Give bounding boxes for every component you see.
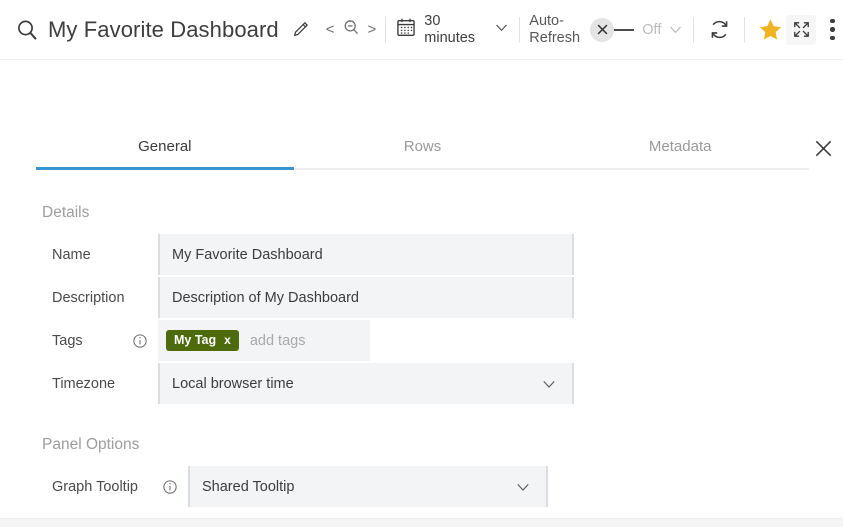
graph-tooltip-value: Shared Tooltip [202, 479, 294, 495]
tags-input[interactable]: My Tag x add tags [158, 320, 370, 361]
name-label: Name [40, 234, 132, 275]
graph-tooltip-info-circle-icon[interactable] [162, 466, 188, 507]
dashboard-header: My Favorite Dashboard < > [0, 0, 843, 60]
timezone-info-spacer [132, 363, 158, 404]
row-timezone: Timezone Local browser time [40, 363, 843, 404]
kebab-dot-2 [830, 27, 835, 32]
auto-refresh-state: Off [642, 22, 661, 38]
description-label: Description [40, 277, 132, 318]
row-name: Name My Favorite Dashboard [40, 234, 843, 275]
timezone-select[interactable]: Local browser time [158, 363, 574, 404]
graph-tooltip-label: Graph Tooltip [40, 466, 162, 507]
header-divider-3 [693, 17, 694, 43]
timezone-chevron-down-icon[interactable] [540, 375, 558, 393]
timezone-value: Local browser time [172, 376, 294, 392]
search-icon[interactable] [12, 15, 42, 45]
tab-general[interactable]: General [36, 119, 294, 168]
tag-chip-label: My Tag [174, 334, 216, 347]
timezone-label: Timezone [40, 363, 132, 404]
tab-metadata[interactable]: Metadata [551, 119, 809, 168]
expand-arrows-icon[interactable] [786, 15, 816, 45]
bottom-strip [0, 518, 843, 527]
tag-remove-icon[interactable]: x [224, 334, 231, 346]
zoom-prev-button[interactable]: < [326, 22, 335, 37]
tags-placeholder[interactable]: add tags [250, 333, 306, 349]
settings-tabs: General Rows Metadata [36, 119, 809, 170]
close-settings-icon[interactable] [808, 133, 838, 163]
kebab-dot-1 [830, 19, 835, 24]
calendar-icon [395, 16, 417, 43]
star-icon[interactable] [754, 14, 786, 46]
details-section-title: Details [42, 204, 843, 222]
pencil-icon[interactable] [288, 17, 314, 43]
settings-tabs-region: General Rows Metadata [0, 119, 843, 177]
time-range-value: 30 minutes [424, 13, 486, 45]
kebab-dot-3 [830, 36, 835, 41]
description-input[interactable]: Description of My Dashboard [158, 277, 574, 318]
time-range-picker[interactable]: 30 minutes [395, 13, 510, 45]
name-input[interactable]: My Favorite Dashboard [158, 234, 574, 275]
graph-tooltip-chevron-down-icon[interactable] [514, 478, 532, 496]
panel-options-section: Panel Options Graph Tooltip Shared Toolt… [40, 436, 843, 507]
kebab-menu-icon[interactable] [816, 14, 843, 46]
auto-refresh-toggle[interactable]: Off [590, 18, 684, 42]
refresh-rate-chevron-down-icon[interactable] [667, 21, 684, 38]
toggle-knob[interactable] [590, 18, 614, 42]
header-divider-1 [385, 17, 386, 43]
row-description: Description Description of My Dashboard [40, 277, 843, 318]
header-divider-2 [519, 17, 520, 43]
auto-refresh-label: Auto-Refresh [529, 13, 584, 45]
row-graph-tooltip: Graph Tooltip Shared Tooltip [40, 466, 843, 507]
tags-label: Tags [40, 320, 132, 361]
zoom-out-icon[interactable] [342, 18, 361, 42]
row-tags: Tags My Tag x add tags [40, 320, 843, 361]
zoom-next-button[interactable]: > [368, 22, 377, 37]
panel-options-section-title: Panel Options [42, 436, 843, 454]
header-divider-4 [744, 17, 745, 43]
tag-chip[interactable]: My Tag x [166, 330, 239, 352]
page-title: My Favorite Dashboard [48, 17, 279, 43]
name-info-spacer [132, 234, 158, 275]
tab-rows[interactable]: Rows [294, 119, 552, 168]
zoom-controls: < > [326, 18, 377, 42]
settings-body: Details Name My Favorite Dashboard Descr… [0, 177, 843, 507]
description-info-spacer [132, 277, 158, 318]
refresh-cycle-icon[interactable] [703, 14, 735, 46]
tags-info-circle-icon[interactable] [132, 320, 158, 361]
graph-tooltip-select[interactable]: Shared Tooltip [188, 466, 548, 507]
chevron-down-icon[interactable] [493, 19, 510, 41]
